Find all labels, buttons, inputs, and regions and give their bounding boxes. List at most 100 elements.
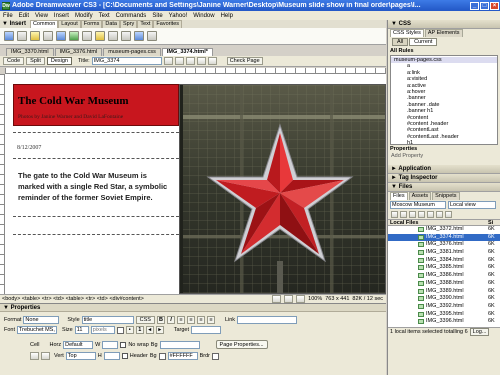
tab-snippets[interactable]: Snippets [432, 192, 460, 200]
all-mode-button[interactable]: All [392, 38, 409, 46]
bg-color-swatch[interactable] [158, 352, 166, 360]
window-size[interactable]: 763 x 441 [325, 296, 349, 302]
link-input[interactable] [237, 316, 298, 324]
application-panel-header[interactable]: ► Application [388, 165, 500, 174]
insert-panel-title[interactable]: ▼ Insert [2, 21, 26, 27]
file-row[interactable]: IMG_3396.html 6K [388, 318, 500, 326]
format-select[interactable]: None [23, 316, 60, 324]
date-icon[interactable] [95, 31, 105, 41]
split-cells-icon[interactable] [41, 352, 50, 360]
align-right-icon[interactable]: ≡ [196, 316, 205, 324]
target-select[interactable] [191, 326, 222, 334]
doc-title-input[interactable]: IMG_3374 [91, 57, 162, 65]
menu-help[interactable]: Help [221, 13, 233, 19]
text-color-swatch[interactable] [116, 326, 124, 334]
menu-site[interactable]: Site [152, 13, 162, 19]
width-input[interactable] [102, 340, 119, 349]
header-checkbox[interactable] [121, 353, 128, 359]
date-text[interactable]: 8/12/2007 [17, 145, 41, 151]
css-button[interactable]: CSS [135, 316, 155, 324]
ordered-list-icon[interactable]: 1 [135, 326, 144, 334]
horz-select[interactable]: Default [63, 340, 94, 349]
comment-icon[interactable] [121, 31, 131, 41]
view-options-icon[interactable] [196, 57, 206, 65]
refresh-files-icon[interactable] [400, 211, 407, 218]
server-side-include-icon[interactable] [108, 31, 118, 41]
menu-file[interactable]: File [3, 13, 13, 19]
size-select[interactable]: 11 [74, 326, 89, 334]
file-row[interactable]: IMG_3384.html 6K [388, 257, 500, 265]
visual-aids-icon[interactable] [207, 57, 217, 65]
file-row[interactable]: IMG_3374.html 6K [388, 233, 500, 242]
preview-browser-icon[interactable] [174, 57, 184, 65]
file-row[interactable]: IMG_3372.html 6K [388, 226, 500, 234]
vert-select[interactable]: Top [65, 352, 96, 360]
style-select[interactable]: title [81, 316, 134, 324]
insert-tab-spry[interactable]: Spry [120, 20, 138, 28]
doc-tab-img-3376[interactable]: IMG_3376.html [54, 48, 103, 56]
nowrap-checkbox[interactable] [120, 341, 127, 348]
tag-selector[interactable]: <body> <table> <tr> <td> <table> <tr> <t… [2, 296, 272, 302]
check-page-button[interactable]: Check Page [226, 57, 263, 65]
div-tag-icon[interactable] [56, 31, 66, 41]
select-tool-icon[interactable] [272, 295, 282, 303]
design-view-button[interactable]: Design [46, 57, 72, 65]
file-row[interactable]: IMG_3381.html 6K [388, 249, 500, 257]
expand-icon[interactable] [445, 211, 452, 218]
tag-chooser-icon[interactable] [147, 31, 157, 41]
table-icon[interactable] [43, 31, 53, 41]
tag-inspector-panel-header[interactable]: ► Tag Inspector [388, 174, 500, 183]
file-row[interactable]: IMG_3388.html 6K [388, 280, 500, 288]
page-heading[interactable]: The Cold War Museum [18, 95, 129, 107]
bg-color-input[interactable]: #FFFFFF [167, 352, 198, 360]
tab-files[interactable]: Files [390, 192, 408, 200]
log-button[interactable]: Log... [469, 328, 490, 336]
hand-tool-icon[interactable] [284, 295, 294, 303]
file-row[interactable]: IMG_3392.html 6K [388, 303, 500, 311]
tab-ap-elements[interactable]: AP Elements [424, 29, 463, 37]
menu-commands[interactable]: Commands [116, 13, 147, 19]
insert-tab-common[interactable]: Common [29, 20, 59, 28]
file-row[interactable]: IMG_3390.html 6K [388, 295, 500, 303]
refresh-icon[interactable] [185, 57, 195, 65]
local-files-column[interactable]: Local Files [388, 220, 488, 226]
file-row[interactable]: IMG_3376.html 6K [388, 241, 500, 249]
size-unit-select[interactable]: pixels [90, 326, 115, 334]
insert-tab-favorites[interactable]: Favorites [153, 20, 183, 28]
connect-icon[interactable] [391, 211, 398, 218]
zoom-tool-icon[interactable] [296, 295, 306, 303]
templates-icon[interactable] [134, 31, 144, 41]
design-view[interactable]: The Cold War Museum Photos by Janine War… [5, 74, 386, 294]
indent-icon[interactable]: ▸ [155, 326, 164, 334]
split-view-button[interactable]: Split [26, 57, 45, 65]
height-input[interactable] [103, 352, 120, 360]
photo-credit[interactable]: Photos by Janine Warner and David LaFont… [18, 114, 123, 120]
put-files-icon[interactable] [418, 211, 425, 218]
add-property-link[interactable]: Add Property [388, 153, 500, 165]
menu-modify[interactable]: Modify [75, 13, 93, 19]
bold-button[interactable]: B [156, 316, 165, 324]
files-panel-header[interactable]: ▼ Files [388, 183, 500, 192]
doc-tab-img-3374[interactable]: IMG_3374.html* [161, 48, 213, 56]
email-link-icon[interactable] [17, 31, 27, 41]
maximize-button[interactable]: □ [480, 1, 489, 10]
align-left-icon[interactable]: ≡ [176, 316, 185, 324]
media-icon[interactable] [82, 31, 92, 41]
tab-css-styles[interactable]: CSS Styles [390, 29, 424, 37]
menu-edit[interactable]: Edit [19, 13, 29, 19]
current-mode-button[interactable]: Current [409, 38, 438, 46]
check-out-icon[interactable] [427, 211, 434, 218]
menu-insert[interactable]: Insert [54, 13, 69, 19]
properties-title[interactable]: ▼ Properties [0, 304, 386, 312]
outdent-icon[interactable]: ◂ [145, 326, 154, 334]
size-column[interactable]: Si [488, 220, 500, 226]
doc-tab-museum-css[interactable]: museum-pages.css [103, 48, 161, 56]
red-star-photo[interactable] [179, 84, 386, 294]
insert-tab-text[interactable]: Text [137, 20, 154, 28]
menu-view[interactable]: View [35, 13, 48, 19]
page-properties-button[interactable]: Page Properties... [215, 340, 268, 349]
merge-cells-icon[interactable] [30, 352, 39, 360]
file-row[interactable]: IMG_3389.html 6K [388, 288, 500, 296]
close-button[interactable]: × [490, 1, 499, 10]
align-center-icon[interactable]: ≡ [186, 316, 195, 324]
